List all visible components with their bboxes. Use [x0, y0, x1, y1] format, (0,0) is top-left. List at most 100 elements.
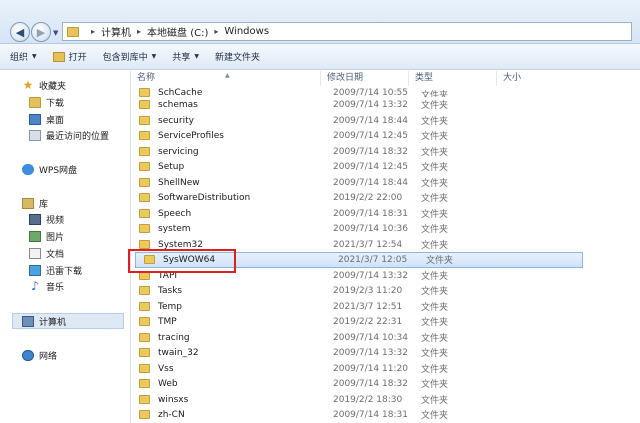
column-size-label: 大小 [503, 73, 522, 83]
back-button[interactable]: ◀ [10, 22, 30, 42]
file-name: ServiceProfiles [158, 130, 224, 141]
chevron-right-icon[interactable]: ▸ [137, 27, 141, 36]
file-date: 2009/7/14 18:31 [333, 208, 408, 219]
file-row[interactable]: Speech 2009/7/14 18:31 文件夹 [131, 206, 640, 222]
file-row[interactable]: system 2009/7/14 10:36 文件夹 [131, 221, 640, 237]
file-type: 文件夹 [421, 303, 449, 314]
file-row[interactable]: SoftwareDistribution 2019/2/2 22:00 文件夹 [131, 190, 640, 206]
file-date: 2009/7/14 10:36 [333, 223, 408, 234]
nav-computer[interactable]: 计算机 [22, 315, 66, 328]
document-icon [29, 248, 41, 259]
breadcrumb-local-disk[interactable]: 本地磁盘 (C:) [147, 24, 208, 39]
file-date: 2009/7/14 18:31 [333, 409, 408, 420]
column-size[interactable]: 大小 [497, 71, 587, 86]
chevron-down-icon: ▼ [32, 53, 37, 60]
file-type: 文件夹 [421, 334, 449, 345]
file-date: 2009/7/14 10:55 [333, 88, 408, 98]
column-type[interactable]: 类型 [409, 71, 497, 86]
nav-network[interactable]: 网络 [22, 349, 57, 362]
forward-button[interactable]: ▶ [31, 22, 51, 42]
column-name[interactable]: ▲ 名称 [131, 71, 321, 86]
breadcrumb[interactable]: ▸ 计算机 ▸ 本地磁盘 (C:) ▸ Windows [62, 22, 632, 41]
file-name: servicing [158, 146, 199, 157]
file-type: 文件夹 [421, 210, 449, 221]
file-row[interactable]: Setup 2009/7/14 12:45 文件夹 [131, 159, 640, 175]
file-name: winsxs [158, 394, 189, 405]
nav-videos[interactable]: 视频 [29, 213, 64, 226]
nav-desktop[interactable]: 桌面 [29, 113, 64, 126]
cloud-icon [22, 164, 34, 175]
nav-wps-cloud[interactable]: WPS网盘 [22, 163, 77, 176]
file-name: twain_32 [158, 347, 199, 358]
breadcrumb-computer[interactable]: 计算机 [101, 24, 131, 39]
desktop-icon [29, 114, 41, 125]
file-date: 2021/3/7 12:51 [333, 301, 403, 312]
file-row[interactable]: winsxs 2019/2/2 18:30 文件夹 [131, 392, 640, 408]
file-date: 2009/7/14 13:32 [333, 270, 408, 281]
share-button[interactable]: 共享 ▼ [172, 50, 199, 63]
nav-downloads[interactable]: 下载 [29, 96, 64, 109]
folder-icon [139, 364, 150, 374]
recent-pages-dropdown-icon[interactable]: ▼ [53, 29, 58, 37]
folder-icon [139, 302, 150, 312]
file-row[interactable]: ShellNew 2009/7/14 18:44 文件夹 [131, 175, 640, 191]
new-folder-label: 新建文件夹 [214, 53, 260, 63]
file-row[interactable]: Tasks 2019/2/3 11:20 文件夹 [131, 283, 640, 299]
nav-favorites[interactable]: ★ 收藏夹 [22, 79, 66, 92]
chevron-right-icon[interactable]: ▸ [214, 27, 218, 36]
new-folder-button[interactable]: 新建文件夹 [215, 50, 260, 63]
xunlei-icon [29, 265, 41, 276]
file-type: 文件夹 [421, 117, 449, 128]
file-name: TMP [158, 316, 177, 327]
nav-libraries[interactable]: 库 [22, 197, 48, 210]
file-type: 文件夹 [421, 163, 449, 174]
chevron-down-icon: ▼ [151, 53, 157, 60]
file-type: 文件夹 [421, 132, 449, 143]
folder-icon [139, 147, 150, 157]
nav-label: 音乐 [46, 283, 65, 293]
nav-recent-places[interactable]: 最近访问的位置 [29, 129, 109, 142]
organize-button[interactable]: 组织 ▼ [10, 50, 37, 63]
file-date: 2019/2/3 11:20 [333, 285, 403, 296]
file-row[interactable]: Vss 2009/7/14 11:20 文件夹 [131, 361, 640, 377]
folder-icon [139, 240, 150, 250]
folder-icon [139, 224, 150, 234]
file-name: Speech [158, 208, 192, 219]
file-row[interactable]: TMP 2019/2/2 22:31 文件夹 [131, 314, 640, 330]
organize-label: 组织 [10, 53, 29, 63]
file-date: 2019/2/2 18:30 [333, 394, 403, 405]
file-row[interactable]: schemas 2009/7/14 13:32 文件夹 [131, 97, 640, 113]
file-row[interactable]: zh-CN 2009/7/14 18:31 文件夹 [131, 407, 640, 423]
include-label: 包含到库中 [102, 53, 148, 63]
file-row[interactable]: twain_32 2009/7/14 13:32 文件夹 [131, 345, 640, 361]
address-bar: ◀ ▶ ▼ ▸ 计算机 ▸ 本地磁盘 (C:) ▸ Windows [0, 0, 640, 44]
file-row[interactable]: security 2009/7/14 18:44 文件夹 [131, 113, 640, 129]
arrow-left-icon: ◀ [15, 25, 25, 39]
nav-xunlei-downloads[interactable]: 迅雷下载 [29, 264, 82, 277]
column-date-modified[interactable]: 修改日期 [321, 71, 409, 86]
folder-icon [67, 26, 79, 37]
star-icon: ★ [22, 78, 34, 92]
include-in-library-button[interactable]: 包含到库中 ▼ [103, 50, 157, 63]
nav-label: WPS网盘 [39, 166, 78, 176]
file-type: 文件夹 [421, 179, 449, 190]
nav-pictures[interactable]: 图片 [29, 230, 64, 243]
nav-label: 最近访问的位置 [46, 132, 110, 142]
breadcrumb-windows[interactable]: Windows [224, 26, 269, 37]
file-row[interactable]: tracing 2009/7/14 10:34 文件夹 [131, 330, 640, 346]
file-type: 文件夹 [421, 148, 449, 159]
column-name-label: 名称 [137, 73, 156, 83]
nav-documents[interactable]: 文档 [29, 247, 64, 260]
file-type: 文件夹 [421, 349, 449, 360]
open-button[interactable]: 打开 [52, 50, 87, 63]
folder-icon [139, 131, 150, 141]
file-type: 文件夹 [421, 396, 449, 407]
nav-music[interactable]: ♪ 音乐 [29, 280, 64, 293]
chevron-right-icon[interactable]: ▸ [91, 27, 95, 36]
file-row[interactable]: Temp 2021/3/7 12:51 文件夹 [131, 299, 640, 315]
file-name: Temp [158, 301, 182, 312]
file-row[interactable]: servicing 2009/7/14 18:32 文件夹 [131, 144, 640, 160]
annotation-highlight-box [128, 249, 236, 273]
file-row[interactable]: ServiceProfiles 2009/7/14 12:45 文件夹 [131, 128, 640, 144]
file-row[interactable]: Web 2009/7/14 18:32 文件夹 [131, 376, 640, 392]
